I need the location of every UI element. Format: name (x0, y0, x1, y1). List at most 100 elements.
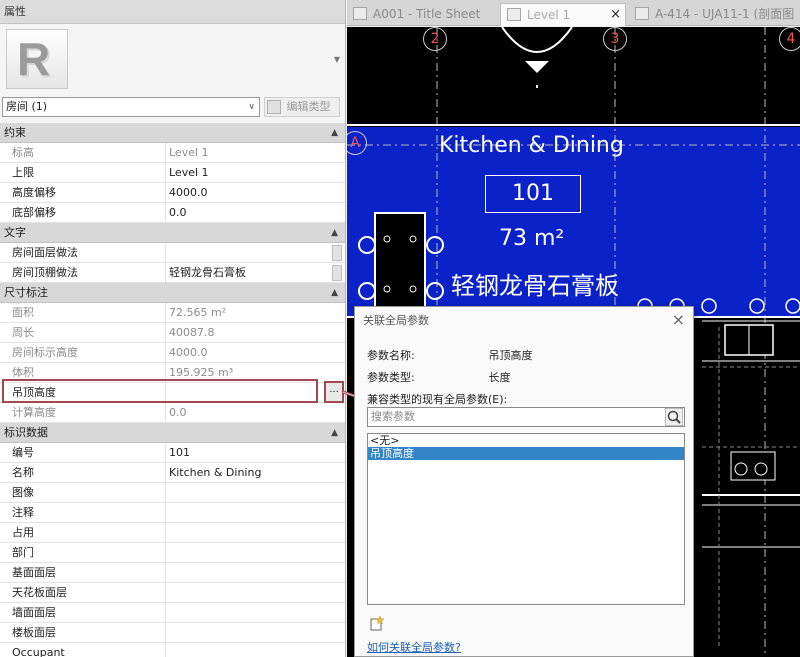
property-value[interactable] (169, 503, 329, 523)
search-input[interactable]: 搜索参数 (367, 407, 685, 427)
category-select[interactable]: 房间 (1) ∨ (2, 97, 260, 117)
property-row[interactable]: 部门 (0, 543, 345, 563)
revit-logo-letter: R (17, 33, 51, 85)
property-value[interactable]: Level 1 (169, 163, 329, 183)
search-icon[interactable] (665, 408, 683, 426)
grid-bubble-4: 4 (779, 27, 800, 51)
property-value[interactable]: 轻钢龙骨石膏板 (169, 263, 329, 283)
property-value[interactable]: 101 (169, 443, 329, 463)
property-value[interactable] (169, 483, 329, 503)
property-group-header[interactable]: 约束 ▲ (0, 123, 345, 143)
property-row[interactable]: 房间标示高度 4000.0 (0, 343, 345, 363)
property-value: 40087.8 (169, 326, 215, 339)
property-row[interactable]: 房间顶棚做法 轻钢龙骨石膏板 (0, 263, 345, 283)
property-value[interactable] (169, 643, 329, 657)
dialog-title: 关联全局参数 (355, 307, 693, 335)
property-row[interactable]: 注释 (0, 503, 345, 523)
property-label: 房间面层做法 (0, 243, 166, 263)
property-value[interactable] (169, 543, 329, 563)
help-link[interactable]: 如何关联全局参数? (367, 639, 461, 655)
collapse-icon[interactable]: ▲ (331, 283, 338, 303)
view-tabs: A001 - Title Sheet Level 1 × A-414 - UJA11-… (347, 0, 800, 26)
property-row[interactable]: 图像 (0, 483, 345, 503)
property-value[interactable]: Kitchen & Dining (169, 463, 329, 483)
type-preview-area[interactable]: R ▼ (0, 25, 345, 95)
room-ceiling-tag: 轻钢龙骨石膏板 (451, 272, 619, 300)
property-label: 名称 (0, 463, 166, 483)
property-label: 底部偏移 (0, 203, 166, 223)
property-group-label: 标识数据 (4, 426, 48, 439)
property-row[interactable]: 高度偏移 4000.0 (0, 183, 345, 203)
property-value[interactable] (169, 623, 329, 643)
param-name-line: 参数名称: 吊顶高度 (367, 347, 533, 363)
collapse-icon[interactable]: ▲ (331, 123, 338, 143)
property-group-header[interactable]: 标识数据 ▲ (0, 423, 345, 443)
close-icon[interactable]: × (672, 310, 685, 329)
property-value: 4000.0 (169, 346, 208, 359)
new-global-parameter-icon[interactable] (369, 615, 385, 631)
property-label: 高度偏移 (0, 183, 166, 203)
view-tab[interactable]: Level 1 × (500, 3, 626, 26)
property-value[interactable] (169, 243, 329, 263)
property-row[interactable]: 墙面面层 (0, 603, 345, 623)
property-value[interactable] (169, 523, 329, 543)
parameter-option[interactable]: 吊顶高度 (368, 447, 684, 460)
property-row[interactable]: 基面面层 (0, 563, 345, 583)
properties-panel: 属性 R ▼ 房间 (1) ∨ 编辑类型 约束 ▲ 标高 Level 1 上限 Level… (0, 0, 346, 657)
property-label: 注释 (0, 503, 166, 523)
property-row[interactable]: 编号 101 (0, 443, 345, 463)
property-row[interactable]: 底部偏移 0.0 (0, 203, 345, 223)
parameter-option[interactable]: <无> (368, 434, 684, 447)
collapse-icon[interactable]: ▲ (331, 223, 338, 243)
property-row[interactable]: 占用 (0, 523, 345, 543)
edit-type-label: 编辑类型 (286, 100, 331, 113)
property-group-label: 文字 (4, 226, 26, 239)
chevron-down-icon: ∨ (248, 102, 255, 112)
property-label: 楼板面层 (0, 623, 166, 643)
param-type-line: 参数类型: 长度 (367, 369, 511, 385)
view-tab-label: A-414 - UJA11-1 (剖面图 (655, 7, 795, 21)
property-row[interactable]: 名称 Kitchen & Dining (0, 463, 345, 483)
property-group-header[interactable]: 尺寸标注 ▲ (0, 283, 345, 303)
edit-text-button[interactable] (332, 245, 342, 261)
property-row[interactable]: 上限 Level 1 (0, 163, 345, 183)
collapse-icon[interactable]: ▲ (331, 423, 338, 443)
global-parameter-list[interactable]: <无> 吊顶高度 (367, 433, 685, 605)
property-row[interactable]: 标高 Level 1 (0, 143, 345, 163)
property-row[interactable]: 面积 72.565 m² (0, 303, 345, 323)
view-tab-label: A001 - Title Sheet (373, 7, 481, 21)
room-number-tag[interactable]: 101 (485, 175, 581, 213)
view-tab-label: Level 1 (527, 8, 571, 22)
property-row[interactable]: Occupant (0, 643, 345, 657)
grid-bubble-2: 2 (423, 27, 447, 51)
close-tab-icon[interactable]: × (610, 4, 621, 26)
property-row[interactable]: 房间面层做法 (0, 243, 345, 263)
edit-type-button[interactable]: 编辑类型 (264, 97, 340, 117)
property-group-label: 约束 (4, 126, 26, 139)
view-tab[interactable]: A-414 - UJA11-1 (剖面图 (629, 3, 800, 26)
revit-logo-thumbnail: R (6, 29, 68, 89)
property-value[interactable] (169, 583, 329, 603)
param-type-value: 长度 (488, 371, 511, 384)
property-group-header[interactable]: 文字 ▲ (0, 223, 345, 243)
view-tab[interactable]: A001 - Title Sheet (347, 3, 497, 26)
property-row[interactable]: 天花板面层 (0, 583, 345, 603)
search-placeholder: 搜索参数 (371, 410, 415, 423)
property-label: 编号 (0, 443, 166, 463)
property-value[interactable] (169, 563, 329, 583)
type-selector-row: 房间 (1) ∨ 编辑类型 (0, 95, 345, 121)
associate-global-parameter-button[interactable]: ... (324, 381, 344, 403)
property-value[interactable]: 0.0 (169, 203, 329, 223)
property-row[interactable]: 楼板面层 (0, 623, 345, 643)
room-name-tag[interactable]: Kitchen & Dining (439, 133, 624, 158)
property-value[interactable]: 4000.0 (169, 183, 329, 203)
property-value: 72.565 m² (169, 306, 227, 319)
type-dropdown-icon[interactable]: ▼ (334, 55, 340, 64)
property-row[interactable]: 计算高度 0.0 (0, 403, 345, 423)
property-label: 房间顶棚做法 (0, 263, 166, 283)
property-label: 房间标示高度 (0, 343, 166, 363)
grid-bubble-3: 3 (603, 27, 627, 51)
property-value[interactable] (169, 603, 329, 623)
edit-text-button[interactable] (332, 265, 342, 281)
property-row[interactable]: 周长 40087.8 (0, 323, 345, 343)
